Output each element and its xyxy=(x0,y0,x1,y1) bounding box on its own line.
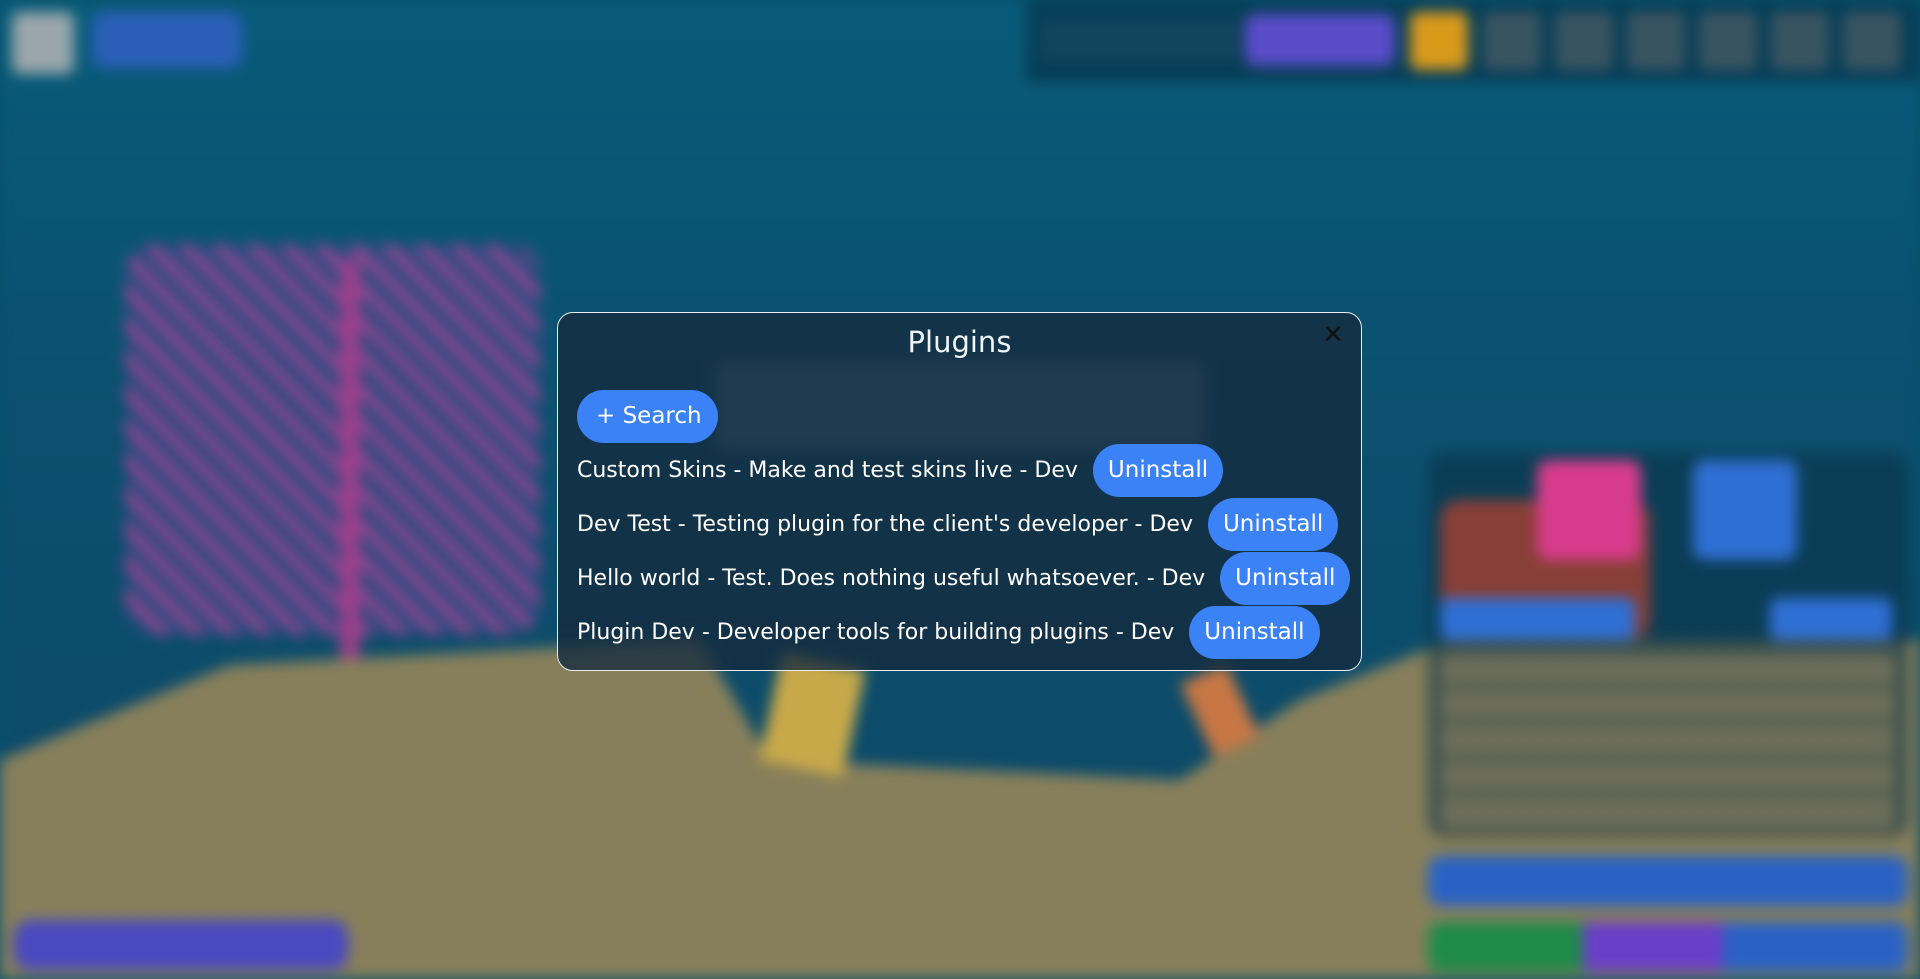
uninstall-button[interactable]: Uninstall xyxy=(1207,498,1339,551)
toolbar-icon-5 xyxy=(1771,12,1829,70)
uninstall-button[interactable]: Uninstall xyxy=(1092,444,1224,497)
toolbar-icon-4 xyxy=(1699,12,1757,70)
plugin-description: Hello world - Test. Does nothing useful … xyxy=(577,566,1206,591)
game-tree-foliage xyxy=(125,245,540,635)
toolbar-icon-6 xyxy=(1843,12,1901,70)
bottom-left-button xyxy=(14,920,348,970)
uninstall-button[interactable]: Uninstall xyxy=(1220,552,1351,605)
toolbar-icon-3 xyxy=(1627,12,1685,70)
close-icon[interactable]: ✕ xyxy=(1319,321,1347,349)
plugin-row: Plugin Dev - Developer tools for buildin… xyxy=(577,606,1320,659)
plugin-description: Dev Test - Testing plugin for the client… xyxy=(577,512,1193,537)
toolbar-purple-button xyxy=(1245,14,1395,66)
plugins-dialog: Plugins ✕ + Search Custom Skins - Make a… xyxy=(557,312,1362,671)
toolbar-orange-icon xyxy=(1410,12,1468,70)
side-panel-dropdown xyxy=(1440,598,1635,640)
search-plugins-button[interactable]: + Search xyxy=(577,390,718,443)
toolbar-icon-1 xyxy=(1483,12,1541,70)
game-screen: Plugins ✕ + Search Custom Skins - Make a… xyxy=(0,0,1920,979)
plugin-description: Custom Skins - Make and test skins live … xyxy=(577,458,1078,483)
game-tree-trunk xyxy=(340,260,360,660)
top-left-button xyxy=(92,12,242,68)
side-panel-wide-button xyxy=(1428,856,1908,906)
side-panel-dropdown-2 xyxy=(1770,598,1892,640)
menu-icon xyxy=(12,12,74,74)
plugin-row: Hello world - Test. Does nothing useful … xyxy=(577,552,1351,605)
plugin-row: Dev Test - Testing plugin for the client… xyxy=(577,498,1339,551)
side-panel-blue-button xyxy=(1723,922,1908,972)
side-panel-pink-tile xyxy=(1537,460,1641,560)
toolbar-search-field xyxy=(1040,18,1240,62)
side-panel-blue-tile xyxy=(1693,460,1797,560)
leaderboard-rows xyxy=(1440,655,1895,835)
dialog-title: Plugins xyxy=(907,325,1012,359)
plugin-description: Plugin Dev - Developer tools for buildin… xyxy=(577,620,1175,645)
uninstall-button[interactable]: Uninstall xyxy=(1189,606,1320,659)
toolbar-icon-2 xyxy=(1555,12,1613,70)
side-panel-green-button xyxy=(1428,922,1583,972)
side-panel-violet-button xyxy=(1583,922,1723,972)
plugin-row: Custom Skins - Make and test skins live … xyxy=(577,444,1224,497)
